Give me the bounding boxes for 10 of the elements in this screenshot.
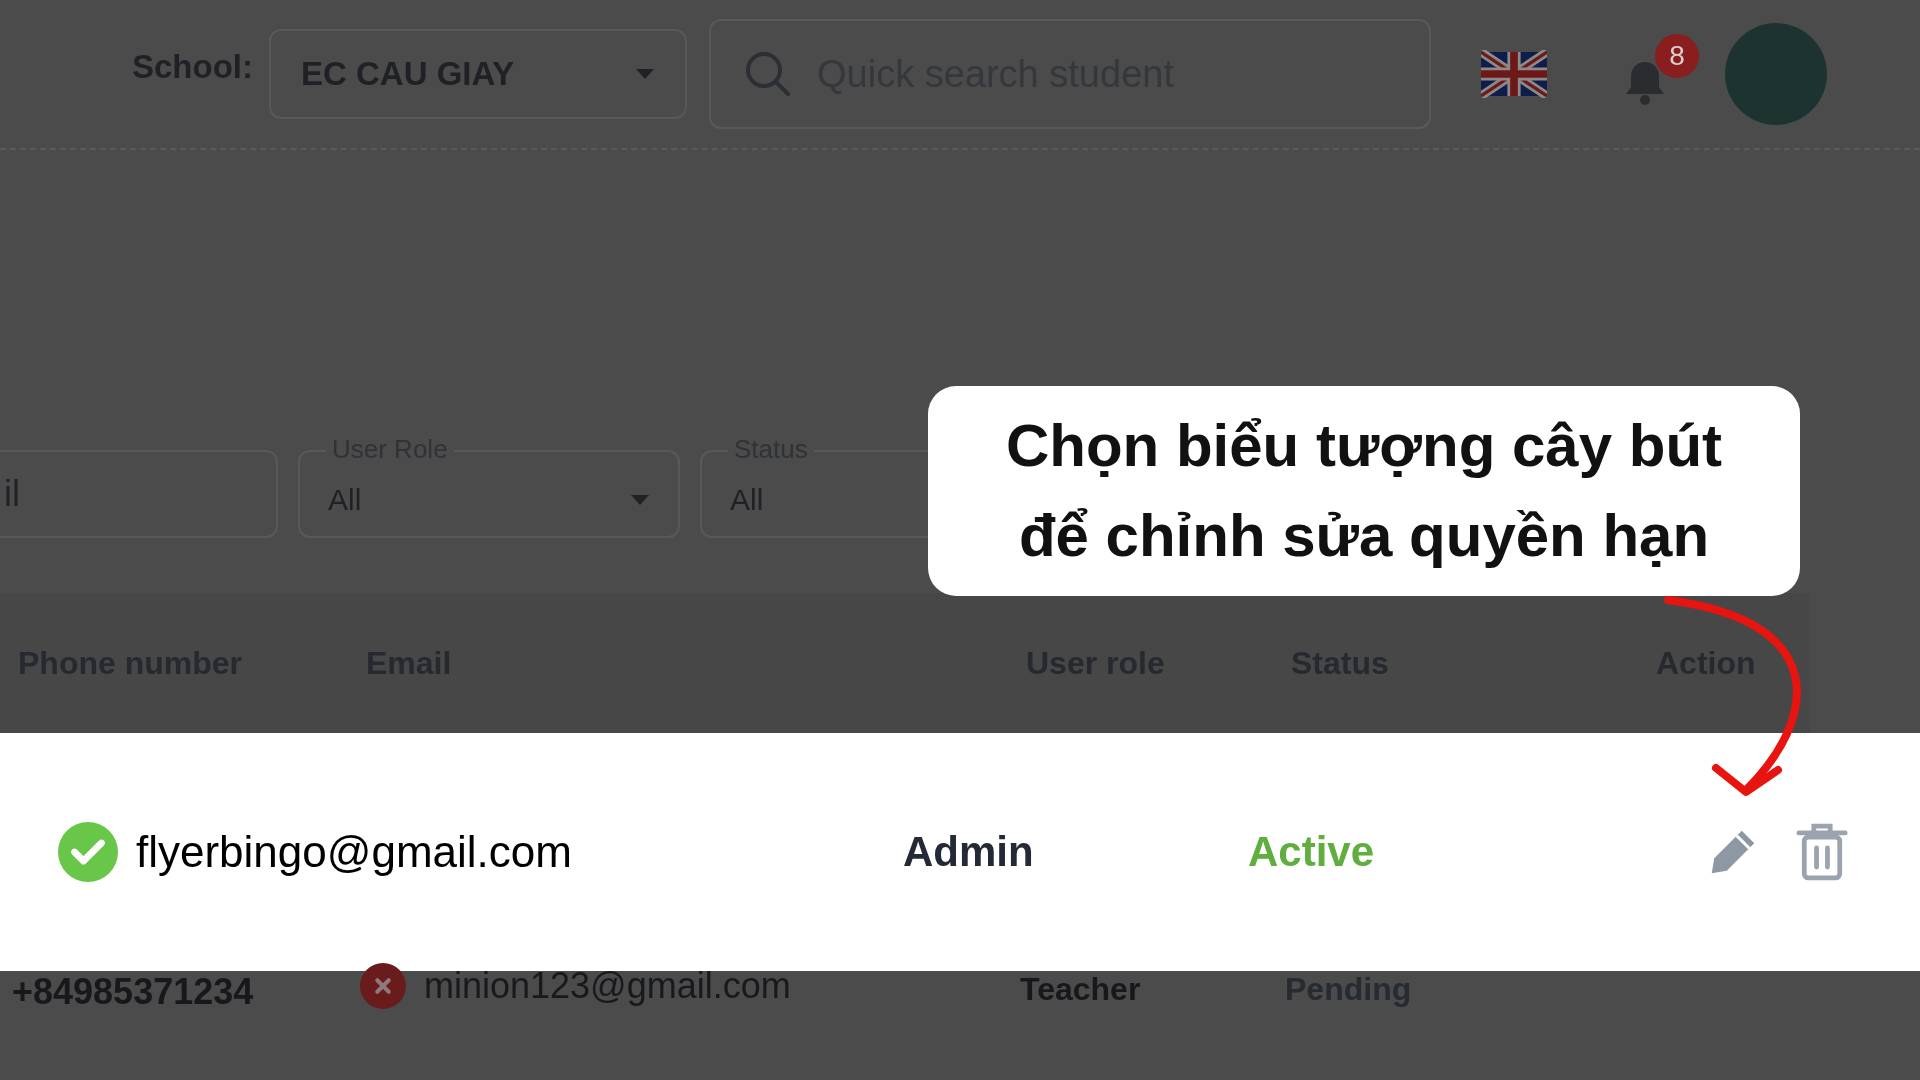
uk-flag-icon[interactable]	[1481, 50, 1547, 98]
caret-icon	[630, 494, 650, 506]
notification-badge: 8	[1655, 34, 1699, 78]
bell-icon	[1625, 60, 1665, 106]
status-cell-text: Active	[1248, 828, 1376, 876]
role-cell-text: Admin	[903, 828, 1035, 876]
search-icon	[745, 51, 791, 97]
caret-icon	[635, 68, 655, 80]
email-cell: flyerbingo@gmail.com	[136, 827, 572, 877]
trash-icon[interactable]	[1794, 822, 1850, 882]
